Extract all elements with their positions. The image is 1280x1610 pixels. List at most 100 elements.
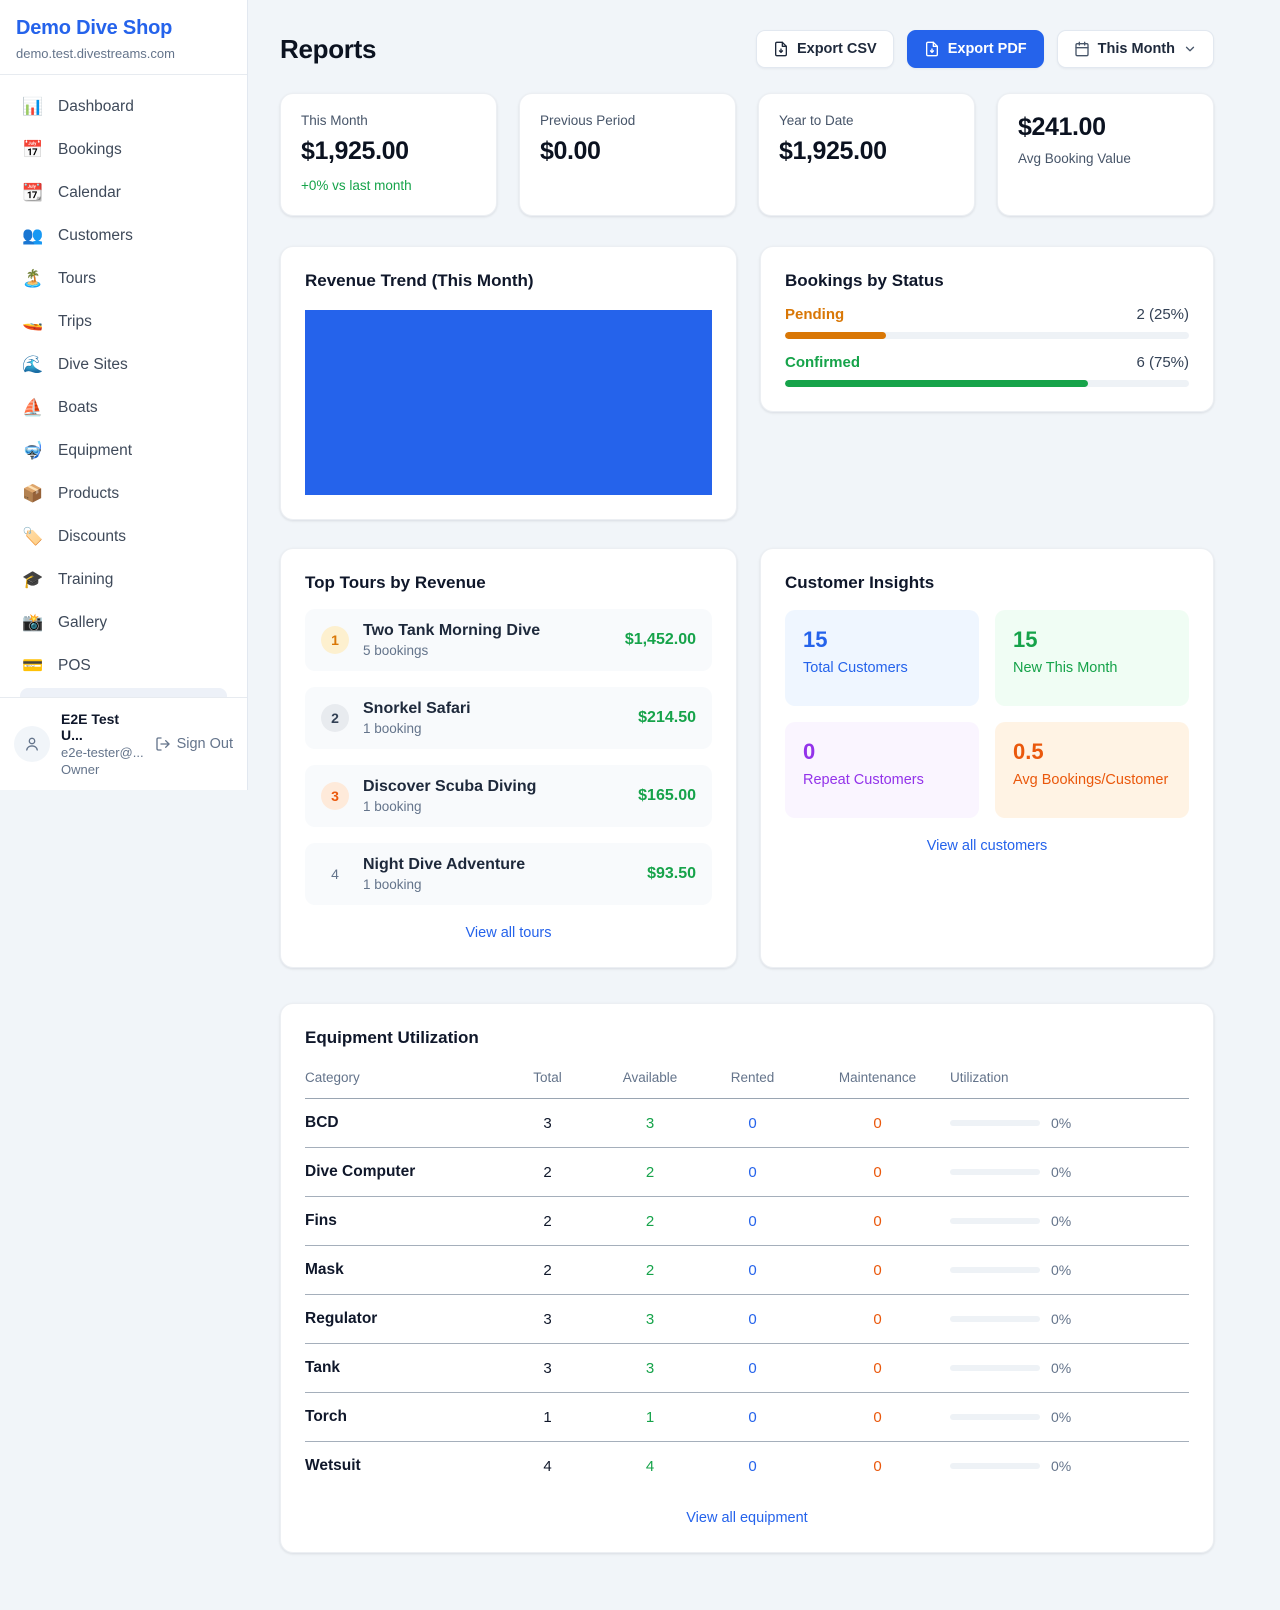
column-header-maintenance: Maintenance <box>805 1062 950 1099</box>
sidebar-item-calendar[interactable]: 📆 Calendar <box>10 171 237 214</box>
stat-label: This Month <box>301 113 476 128</box>
rank-badge: 2 <box>321 704 349 732</box>
sidebar-item-label: Gallery <box>58 614 107 632</box>
insight-grid: 15 Total Customers 15 New This Month 0 R… <box>785 610 1189 818</box>
status-label: Pending <box>785 306 844 323</box>
utilization-percent: 0% <box>1051 1213 1071 1229</box>
utilization-track <box>950 1365 1040 1371</box>
export-csv-button[interactable]: Export CSV <box>756 30 894 68</box>
bookings-by-status-title: Bookings by Status <box>785 271 1189 291</box>
cell-maintenance: 0 <box>805 1099 950 1148</box>
utilization-track <box>950 1414 1040 1420</box>
column-header-utilization: Utilization <box>950 1062 1189 1099</box>
tour-name: Discover Scuba Diving <box>363 778 536 796</box>
cell-utilization: 0% <box>950 1344 1189 1393</box>
column-header-available: Available <box>600 1062 700 1099</box>
sidebar-item-discounts[interactable]: 🏷️ Discounts <box>10 515 237 558</box>
sidebar-item-partial-highlight[interactable] <box>20 688 227 697</box>
status-row-confirmed: Confirmed 6 (75%) <box>785 354 1189 387</box>
dive-sites-icon: 🌊 <box>22 355 44 375</box>
user-info: E2E Test U... e2e-tester@... Owner <box>61 711 144 777</box>
view-all-tours-link[interactable]: View all tours <box>305 925 712 941</box>
utilization-track <box>950 1169 1040 1175</box>
sign-out-label: Sign Out <box>177 736 233 752</box>
cell-available: 2 <box>600 1246 700 1295</box>
sidebar-item-products[interactable]: 📦 Products <box>10 472 237 515</box>
cell-utilization: 0% <box>950 1197 1189 1246</box>
view-all-equipment-link[interactable]: View all equipment <box>305 1510 1189 1526</box>
sidebar-item-label: Calendar <box>58 184 121 202</box>
stat-card-this-month: This Month $1,925.00 +0% vs last month <box>280 93 497 216</box>
column-header-total: Total <box>495 1062 600 1099</box>
cell-maintenance: 0 <box>805 1197 950 1246</box>
utilization-track <box>950 1316 1040 1322</box>
status-label: Confirmed <box>785 354 860 371</box>
file-download-icon <box>773 41 789 57</box>
customer-insights-title: Customer Insights <box>785 573 1189 593</box>
sidebar-item-customers[interactable]: 👥 Customers <box>10 214 237 257</box>
view-all-customers-link[interactable]: View all customers <box>785 838 1189 854</box>
sidebar-item-label: Equipment <box>58 442 132 460</box>
tour-name: Snorkel Safari <box>363 700 471 718</box>
sidebar-item-pos[interactable]: 💳 POS <box>10 644 237 687</box>
status-progress-track <box>785 380 1189 387</box>
sidebar-item-boats[interactable]: ⛵ Boats <box>10 386 237 429</box>
stat-value: $241.00 <box>1018 113 1193 142</box>
sidebar-item-equipment[interactable]: 🤿 Equipment <box>10 429 237 472</box>
sidebar-item-label: Trips <box>58 313 92 331</box>
sidebar-item-training[interactable]: 🎓 Training <box>10 558 237 601</box>
tour-revenue: $214.50 <box>638 709 696 727</box>
pos-icon: 💳 <box>22 656 44 676</box>
stat-card-avg-booking-value: $241.00 Avg Booking Value <box>997 93 1214 216</box>
tour-bookings: 5 bookings <box>363 643 540 658</box>
tour-row: 2 Snorkel Safari 1 booking $214.50 <box>305 687 712 749</box>
cell-category: Fins <box>305 1197 495 1246</box>
bookings-by-status-card: Bookings by Status Pending 2 (25%) Confi… <box>760 246 1214 412</box>
cell-maintenance: 0 <box>805 1148 950 1197</box>
utilization-track <box>950 1218 1040 1224</box>
discounts-icon: 🏷️ <box>22 527 44 547</box>
rank-badge: 4 <box>321 860 349 888</box>
file-download-icon <box>924 41 940 57</box>
utilization-track <box>950 1267 1040 1273</box>
export-pdf-button[interactable]: Export PDF <box>907 30 1044 68</box>
sidebar-item-label: Tours <box>58 270 96 288</box>
cell-rented: 0 <box>700 1344 805 1393</box>
revenue-trend-card: Revenue Trend (This Month) <box>280 246 737 520</box>
cell-available: 3 <box>600 1295 700 1344</box>
user-icon <box>23 735 41 753</box>
sidebar-item-label: Training <box>58 571 113 589</box>
page-title: Reports <box>280 34 376 65</box>
sidebar-item-label: Bookings <box>58 141 122 159</box>
sidebar-item-gallery[interactable]: 📸 Gallery <box>10 601 237 644</box>
table-row: Fins 2 2 0 0 0% <box>305 1197 1189 1246</box>
sidebar-item-dashboard[interactable]: 📊 Dashboard <box>10 85 237 128</box>
cell-utilization: 0% <box>950 1393 1189 1442</box>
table-row: Dive Computer 2 2 0 0 0% <box>305 1148 1189 1197</box>
utilization-percent: 0% <box>1051 1458 1071 1474</box>
top-tours-title: Top Tours by Revenue <box>305 573 712 593</box>
sidebar-item-bookings[interactable]: 📅 Bookings <box>10 128 237 171</box>
period-dropdown[interactable]: This Month <box>1057 30 1214 68</box>
bookings-icon: 📅 <box>22 140 44 160</box>
sidebar-item-dive-sites[interactable]: 🌊 Dive Sites <box>10 343 237 386</box>
table-row: Mask 2 2 0 0 0% <box>305 1246 1189 1295</box>
insight-label: Avg Bookings/Customer <box>1013 772 1171 788</box>
cell-rented: 0 <box>700 1246 805 1295</box>
top-tours-card: Top Tours by Revenue 1 Two Tank Morning … <box>280 548 737 968</box>
sign-out-button[interactable]: Sign Out <box>155 736 233 752</box>
cell-total: 3 <box>495 1344 600 1393</box>
insight-label: Repeat Customers <box>803 772 961 788</box>
user-email: e2e-tester@... <box>61 745 144 760</box>
sidebar-nav: 📊 Dashboard 📅 Bookings 📆 Calendar 👥 Cust… <box>0 75 247 697</box>
sidebar-item-trips[interactable]: 🚤 Trips <box>10 300 237 343</box>
tour-bookings: 1 booking <box>363 877 525 892</box>
tour-name: Night Dive Adventure <box>363 856 525 874</box>
cell-available: 3 <box>600 1099 700 1148</box>
stat-card-year-to-date: Year to Date $1,925.00 <box>758 93 975 216</box>
column-header-rented: Rented <box>700 1062 805 1099</box>
customer-insights-card: Customer Insights 15 Total Customers 15 … <box>760 548 1214 968</box>
cell-available: 4 <box>600 1442 700 1491</box>
table-header-row: Category Total Available Rented Maintena… <box>305 1062 1189 1099</box>
sidebar-item-tours[interactable]: 🏝️ Tours <box>10 257 237 300</box>
